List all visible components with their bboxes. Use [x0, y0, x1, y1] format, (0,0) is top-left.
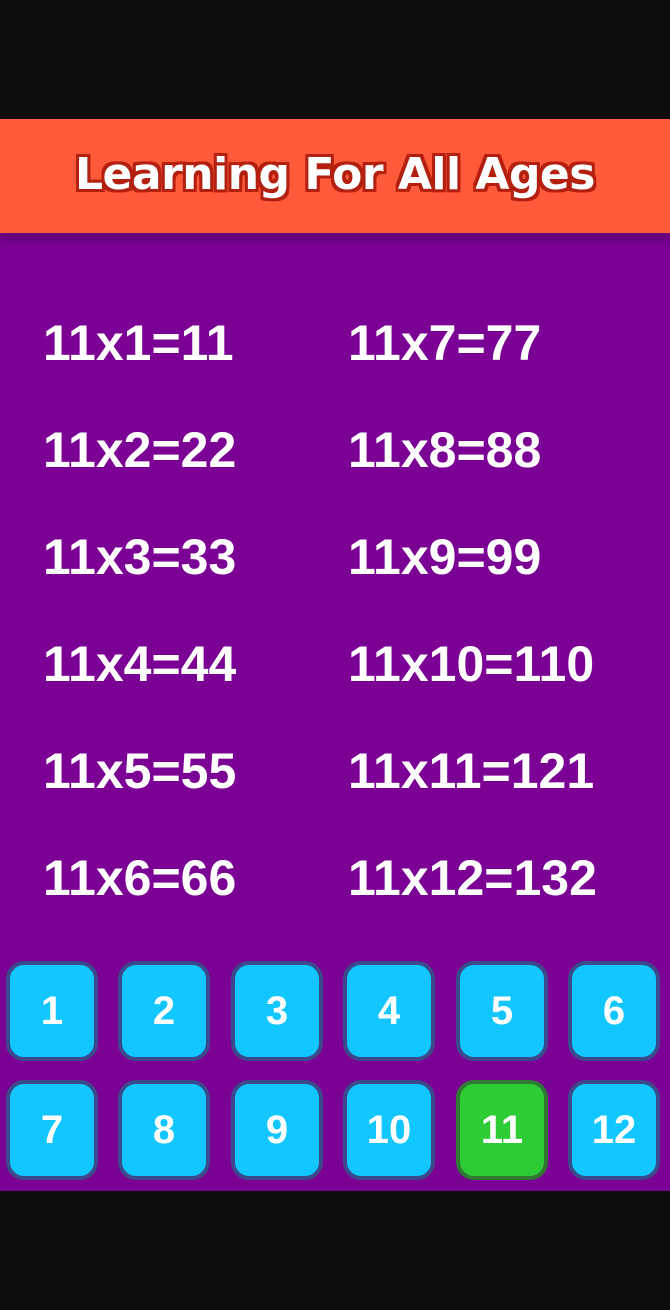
fact-11x12: 11x12=132	[348, 850, 597, 906]
number-button-9[interactable]: 9	[231, 1080, 323, 1180]
number-picker: 1 2 3 4 5 6 7 8 9 10 11 12	[0, 951, 670, 1191]
number-button-6[interactable]: 6	[568, 961, 660, 1061]
number-button-10[interactable]: 10	[343, 1080, 435, 1180]
times-table-board: 11x1=11 11x2=22 11x3=33 11x4=44 11x5=55 …	[0, 233, 670, 1191]
number-button-12[interactable]: 12	[568, 1080, 660, 1180]
fact-11x9: 11x9=99	[348, 529, 542, 585]
fact-11x6: 11x6=66	[43, 850, 237, 906]
number-button-11-selected[interactable]: 11	[456, 1080, 548, 1180]
multiplication-facts: 11x1=11 11x2=22 11x3=33 11x4=44 11x5=55 …	[0, 233, 670, 953]
number-button-3[interactable]: 3	[231, 961, 323, 1061]
fact-11x1: 11x1=11	[43, 315, 234, 371]
fact-11x10: 11x10=110	[348, 636, 595, 692]
bottom-black-bar	[0, 1191, 670, 1310]
fact-11x2: 11x2=22	[43, 422, 237, 478]
fact-11x8: 11x8=88	[348, 422, 542, 478]
number-button-2[interactable]: 2	[118, 961, 210, 1061]
fact-11x3: 11x3=33	[43, 529, 237, 585]
number-button-4[interactable]: 4	[343, 961, 435, 1061]
header-banner: Learning For All Ages	[0, 119, 670, 233]
app-title: Learning For All Ages	[75, 148, 595, 200]
number-button-7[interactable]: 7	[6, 1080, 98, 1180]
number-button-5[interactable]: 5	[456, 961, 548, 1061]
fact-11x7: 11x7=77	[348, 315, 542, 371]
number-button-1[interactable]: 1	[6, 961, 98, 1061]
fact-11x5: 11x5=55	[43, 743, 237, 799]
fact-11x11: 11x11=121	[348, 743, 595, 799]
fact-11x4: 11x4=44	[43, 636, 237, 692]
top-black-bar	[0, 0, 670, 119]
number-button-8[interactable]: 8	[118, 1080, 210, 1180]
